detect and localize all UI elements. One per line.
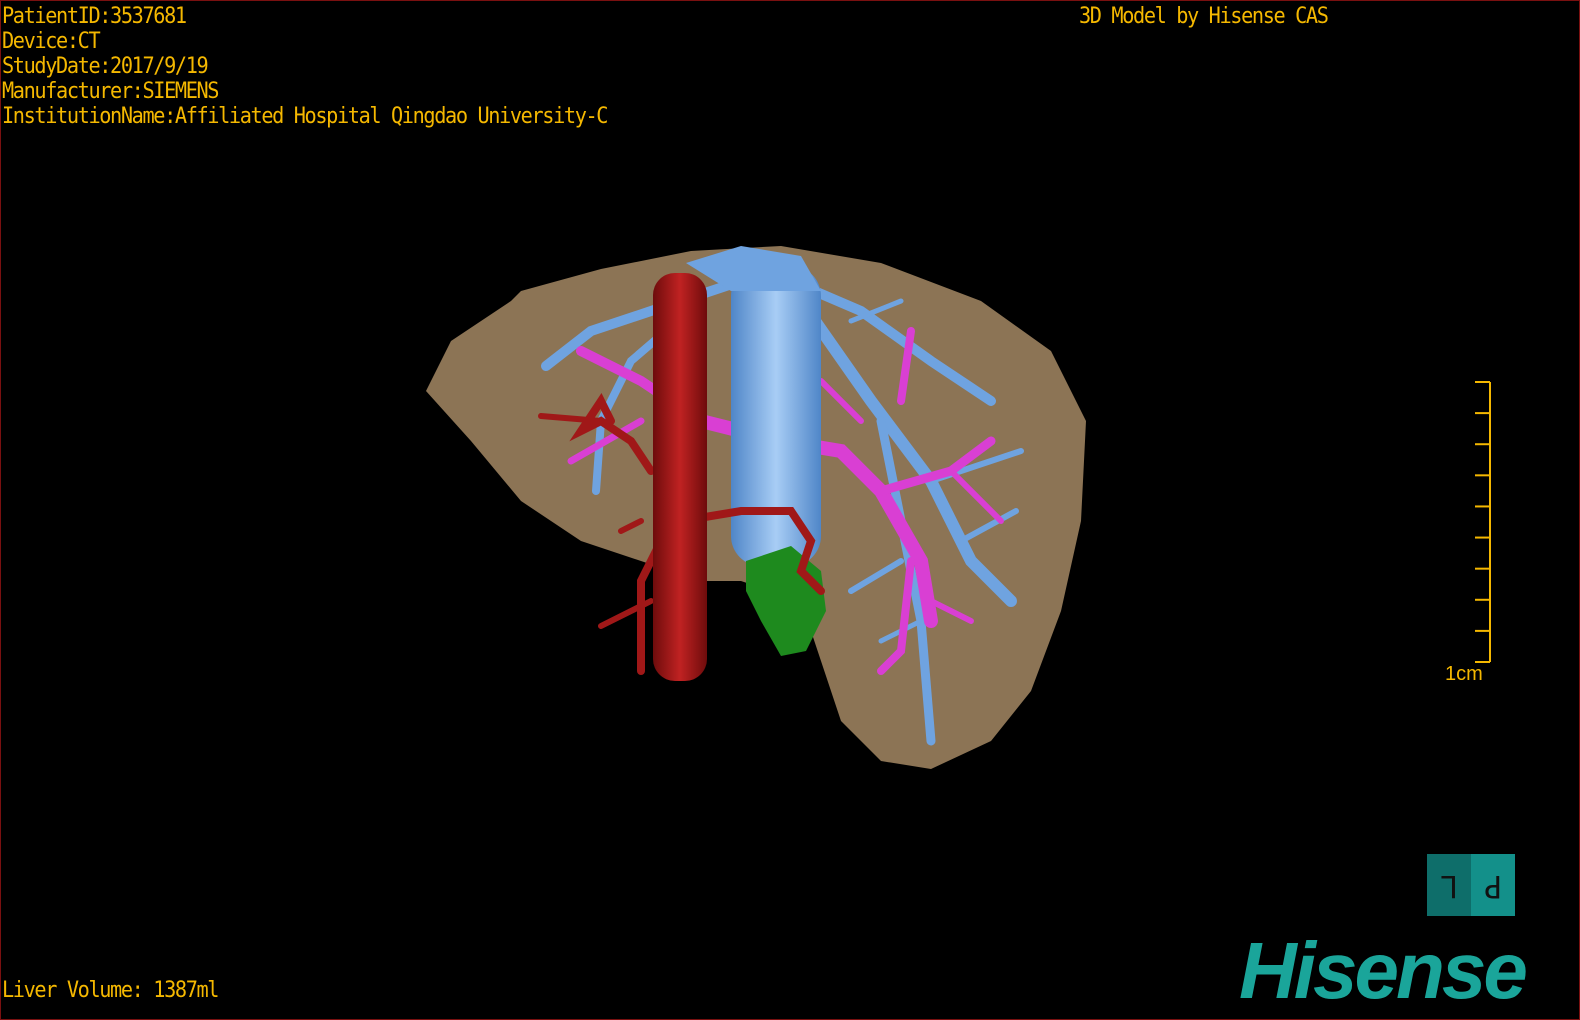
institution-name: InstitutionName:Affiliated Hospital Qing… [2,104,608,129]
study-date: StudyDate:2017/9/19 [2,54,209,79]
aorta [653,273,707,681]
device: Device:CT [2,29,101,54]
manufacturer: Manufacturer:SIEMENS [2,79,219,104]
liver-volume: Liver Volume: 1387ml [2,978,219,1003]
3d-viewport[interactable]: PatientID:3537681 Device:CT StudyDate:20… [0,0,1580,1020]
hisense-logo: Hisense [1239,926,1528,1015]
patient-info: PatientID:3537681 Device:CT StudyDate:20… [2,4,608,129]
model-credit: 3D Model by Hisense CAS [1079,4,1329,29]
orientation-right-face[interactable]: P [1471,854,1515,916]
patient-id: PatientID:3537681 [2,4,187,29]
orientation-cube[interactable]: L P [1427,854,1515,916]
scale-bar-label: 1cm [1445,663,1483,685]
inferior-vena-cava [731,266,821,566]
scale-bar [1475,381,1491,663]
liver-3d-model[interactable] [1,1,1579,1019]
orientation-left-face[interactable]: L [1427,854,1471,916]
